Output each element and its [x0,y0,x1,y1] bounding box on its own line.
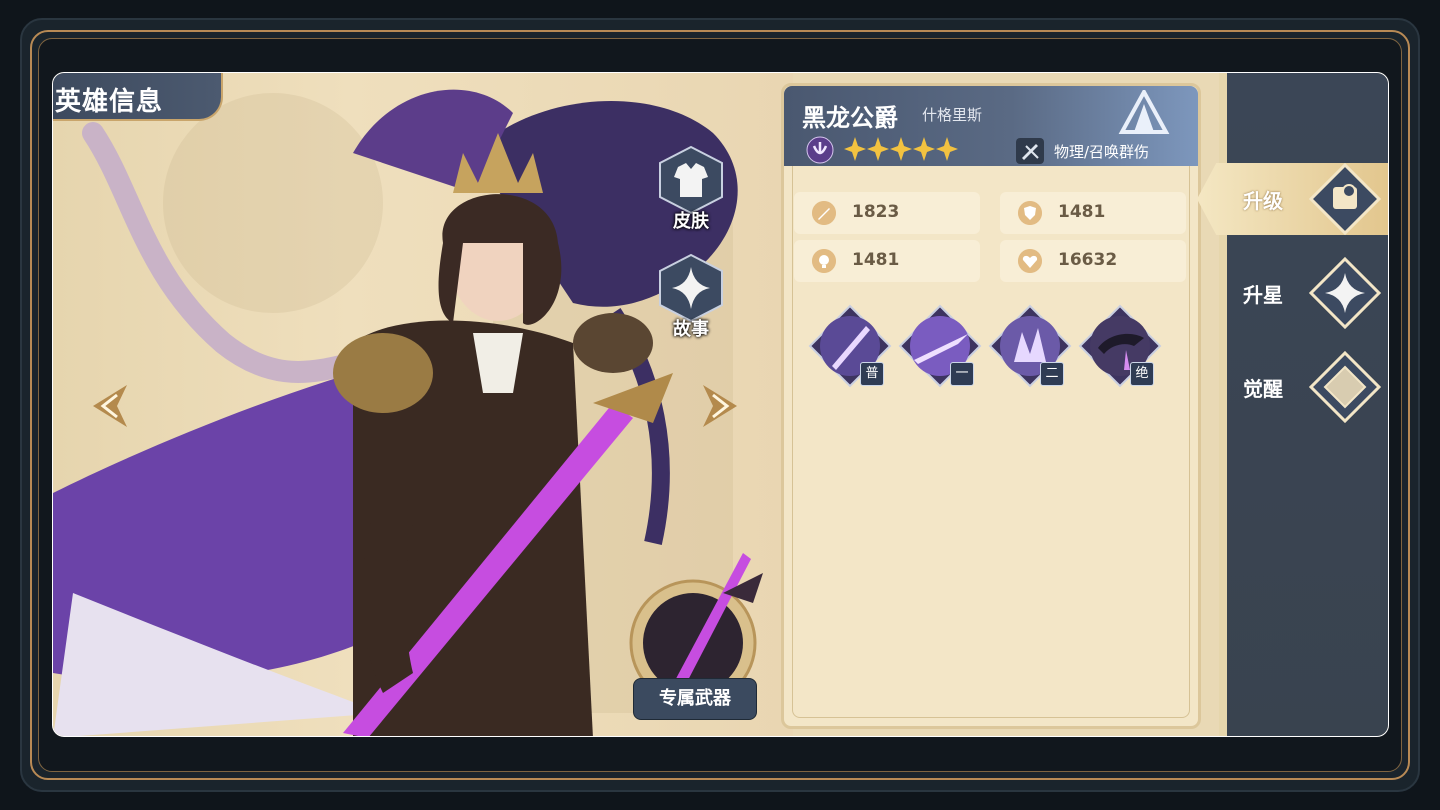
tab-awaken-label: 觉醒 [1243,377,1283,401]
stat-value: 1481 [852,250,900,270]
hero-name: 黑龙公爵 [802,104,898,132]
damage-type-label: 物理/召唤群伤 [1054,143,1150,161]
upgrade-book-icon [1309,163,1381,235]
panel-inner-border [792,94,1190,718]
hero-info-panel: 黑龙公爵 什格里斯 物理/召唤群伤 1823 1481 1481 16632 普… [781,83,1201,729]
game-screen: 英雄信息 皮肤 故事 专属武器 黑龙公爵 什格里斯 物理/召唤群伤 1823 1… [52,72,1389,737]
previous-hero-arrow-icon[interactable] [87,381,131,431]
stat-row-1: 1823 1481 [794,192,1186,234]
sword-icon [812,201,836,225]
page-title: 英雄信息 [55,87,164,117]
star-icon [844,137,866,161]
skill-tag: 一 [950,362,974,386]
stat-defense: 1481 [1000,192,1186,234]
page-title-tab: 英雄信息 [53,73,223,121]
hero-header: 黑龙公爵 什格里斯 物理/召唤群伤 [784,86,1198,166]
skin-button[interactable]: 皮肤 [651,145,731,233]
stat-value: 1823 [852,202,900,222]
heart-icon [1018,249,1042,273]
tab-upgrade-label: 升级 [1243,189,1283,213]
stat-value: 1481 [1058,202,1106,222]
star-icon [867,137,889,161]
tab-star-up[interactable]: 升星 [1227,253,1388,333]
star-rating [844,136,959,166]
star-icon [890,137,912,161]
awaken-diamond-icon [1309,351,1381,423]
stat-health: 16632 [1000,240,1186,282]
class-icon [806,136,834,164]
stat-row-2: 1481 16632 [794,240,1186,282]
damage-type-icon [1016,138,1044,164]
right-tab-menu: 升级 升星 觉醒 [1197,73,1388,736]
skill-normal[interactable]: 普 [808,304,892,388]
sparkle-icon [659,253,723,323]
shield-icon [1018,201,1042,225]
stat-value: 16632 [1058,250,1118,270]
faction-emblem-icon [1118,90,1170,134]
shirt-icon [659,145,723,215]
tab-star-up-label: 升星 [1243,283,1283,307]
tab-awaken[interactable]: 觉醒 [1227,347,1388,427]
skill-one[interactable]: 一 [898,304,982,388]
stat-attack: 1823 [794,192,980,234]
tab-upgrade[interactable]: 升级 [1197,159,1388,239]
skill-ultimate[interactable]: 绝 [1078,304,1162,388]
orb-icon [812,249,836,273]
star-icon [913,137,935,161]
story-button[interactable]: 故事 [651,253,731,341]
star-icon [936,137,958,161]
exclusive-weapon-button[interactable]: 专属武器 [633,678,757,720]
next-hero-arrow-icon[interactable] [699,381,743,431]
stat-magic-defense: 1481 [794,240,980,282]
skill-tag: 二 [1040,362,1064,386]
hero-subtitle: 什格里斯 [922,106,983,124]
skill-tag: 普 [860,362,884,386]
skill-tag: 绝 [1130,362,1154,386]
skill-two[interactable]: 二 [988,304,1072,388]
sparkle-star-icon [1309,257,1381,329]
